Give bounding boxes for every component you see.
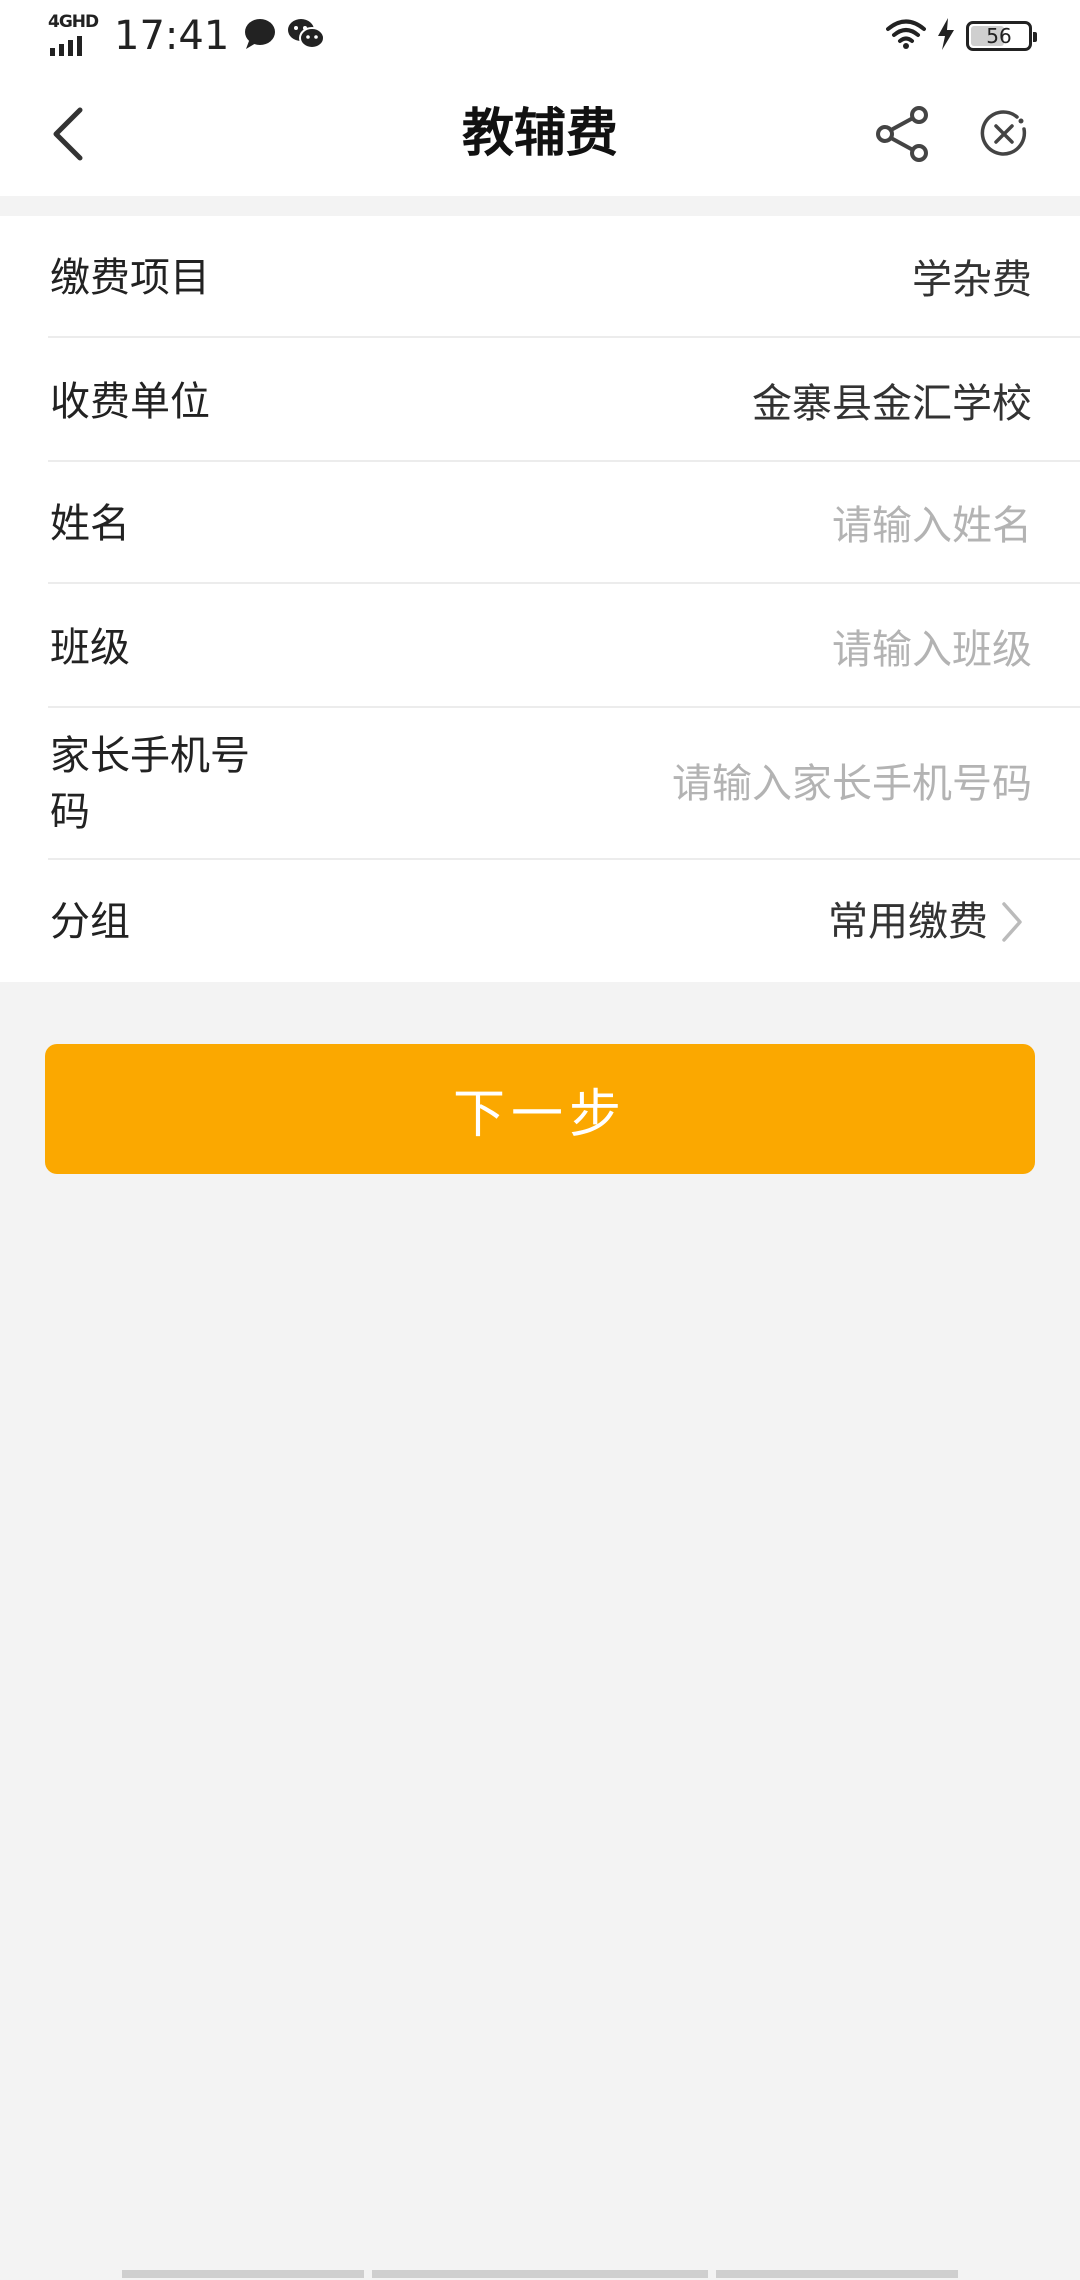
- message-icon: [243, 17, 277, 55]
- form-row-group[interactable]: 分组 常用缴费: [0, 860, 1080, 982]
- charging-icon: [936, 18, 956, 54]
- payment-item-value: 学杂费: [912, 257, 1032, 303]
- form-row-payment-item: 缴费项目 学杂费: [0, 216, 1080, 338]
- network-type: 4GHD: [48, 12, 99, 32]
- close-circle-icon: [980, 110, 1027, 156]
- name-label: 姓名: [50, 501, 130, 547]
- status-left: 4GHD 17:41: [48, 12, 326, 60]
- status-right: 56: [886, 14, 1037, 58]
- bottom-nav-indicator: [0, 2270, 1080, 2280]
- battery-icon: 56: [966, 21, 1037, 51]
- signal-icon: 4GHD: [48, 14, 100, 58]
- share-icon: [876, 106, 928, 162]
- header: 教辅费: [0, 72, 1080, 196]
- class-input[interactable]: [472, 622, 1032, 678]
- battery-level: 56: [986, 24, 1012, 48]
- name-input[interactable]: [472, 498, 1032, 554]
- wechat-icon: [287, 17, 326, 55]
- chevron-left-icon: [53, 107, 83, 161]
- form-row-class: 班级: [0, 584, 1080, 708]
- share-button[interactable]: [870, 102, 934, 166]
- class-label: 班级: [50, 625, 130, 671]
- next-button[interactable]: 下一步: [45, 1044, 1035, 1174]
- chevron-right-icon: [1002, 902, 1022, 942]
- form-row-name: 姓名: [0, 462, 1080, 584]
- back-button[interactable]: [36, 100, 100, 168]
- payment-form: 缴费项目 学杂费 收费单位 金寨县金汇学校 姓名 班级 家长手机号 码 分组 常…: [0, 216, 1080, 982]
- group-value: 常用缴费: [828, 899, 988, 945]
- form-row-parent-phone: 家长手机号 码: [0, 708, 1080, 860]
- status-bar: 4GHD 17:41 56: [0, 0, 1080, 72]
- group-label: 分组: [50, 899, 130, 945]
- group-selector[interactable]: 常用缴费: [828, 894, 1024, 950]
- form-row-payee: 收费单位 金寨县金汇学校: [0, 338, 1080, 462]
- close-button[interactable]: [972, 102, 1036, 166]
- parent-phone-label-line1: 家长手机号: [50, 733, 250, 779]
- payment-item-label: 缴费项目: [50, 255, 210, 301]
- payee-label: 收费单位: [50, 379, 210, 425]
- payee-value: 金寨县金汇学校: [752, 381, 1032, 427]
- wifi-icon: [886, 18, 926, 54]
- parent-phone-input[interactable]: [472, 756, 1032, 812]
- status-time: 17:41: [114, 13, 230, 59]
- parent-phone-label-line2: 码: [50, 789, 90, 835]
